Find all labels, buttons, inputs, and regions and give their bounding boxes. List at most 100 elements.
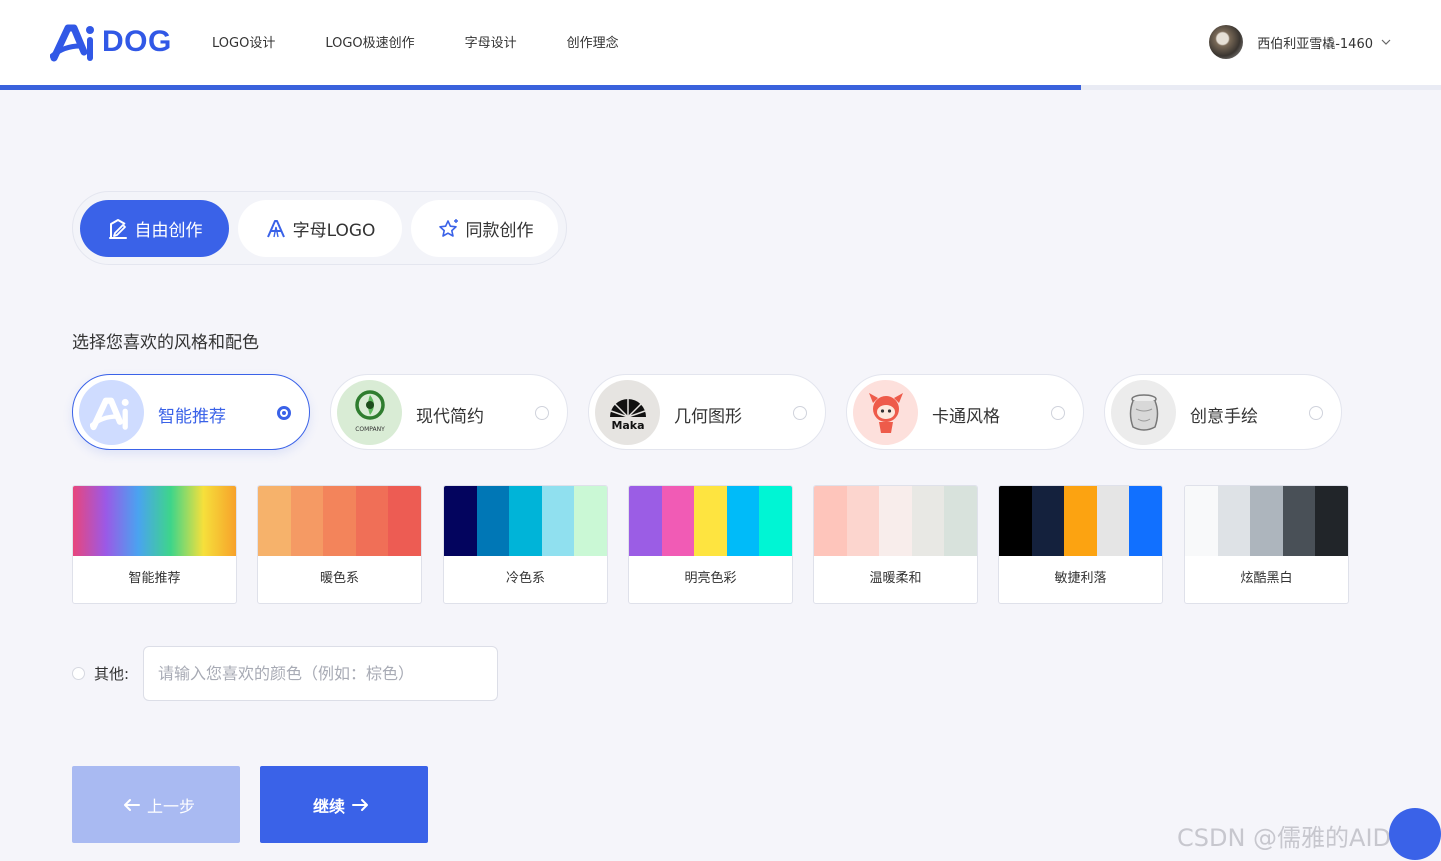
sparkle-star-icon: [438, 218, 458, 237]
style-card-geometric[interactable]: Maka 几何图形: [588, 374, 826, 450]
mode-tabs: 自由创作 字母LOGO 同款创作: [72, 191, 567, 265]
nav-logo-design[interactable]: LOGO设计: [212, 32, 275, 51]
color-swatch: [258, 486, 291, 556]
jar-sketch-icon: [1129, 393, 1158, 431]
user-name[interactable]: 西伯利亚雪橇-1460: [1257, 33, 1373, 52]
palette-swatches: [73, 486, 236, 556]
palette-card[interactable]: 炫酷黑白: [1184, 485, 1349, 604]
nav-letter-design[interactable]: 字母设计: [465, 32, 517, 51]
handdrawn-thumb: [1111, 380, 1176, 445]
color-swatch: [1217, 486, 1251, 556]
prev-button-label: 上一步: [146, 796, 195, 816]
palette-swatches: [629, 486, 792, 556]
custom-color-input[interactable]: [143, 646, 498, 701]
edit-icon: [108, 218, 127, 239]
style-label: 智能推荐: [158, 407, 226, 427]
progress-bar: [0, 85, 1441, 90]
color-swatch: [290, 486, 324, 556]
palette-card[interactable]: 明亮色彩: [628, 485, 793, 604]
tab-letter-logo-label: 字母LOGO: [292, 221, 376, 241]
palette-label: 炫酷黑白: [1240, 571, 1293, 586]
color-swatch: [846, 486, 880, 556]
style-card-smart[interactable]: 智能推荐: [72, 374, 310, 450]
section-title: 选择您喜欢的风格和配色: [72, 333, 259, 353]
palette-card[interactable]: 敏捷利落: [998, 485, 1163, 604]
color-swatch: [1096, 486, 1130, 556]
nav-creative-concept[interactable]: 创作理念: [567, 32, 619, 51]
arrow-right-icon: [352, 798, 368, 811]
style-card-handdrawn[interactable]: 创意手绘: [1104, 374, 1342, 450]
chevron-down-icon[interactable]: [1381, 37, 1391, 47]
aidog-logo[interactable]: DOG: [50, 22, 172, 62]
continue-button[interactable]: 继续: [260, 766, 428, 843]
cartoon-thumb: [853, 380, 918, 445]
palette-label: 暖色系: [319, 571, 359, 586]
color-swatch: [1282, 486, 1316, 556]
other-radio[interactable]: [72, 667, 85, 680]
style-card-modern[interactable]: COMPANY 现代简约: [330, 374, 568, 450]
color-swatch: [726, 486, 760, 556]
floating-help-button[interactable]: [1389, 808, 1441, 860]
palette-swatches: [814, 486, 977, 556]
color-swatch: [388, 486, 421, 556]
nav-logo-quick-create[interactable]: LOGO极速创作: [325, 32, 414, 51]
style-radio[interactable]: [1051, 406, 1065, 420]
palette-label: 温暖柔和: [869, 571, 922, 586]
cartoon-character-icon: [868, 392, 903, 433]
tab-letter-logo[interactable]: 字母LOGO: [238, 200, 402, 257]
palette-card[interactable]: 温暖柔和: [813, 485, 978, 604]
color-swatch: [694, 486, 727, 556]
color-swatch: [879, 486, 912, 556]
color-swatch: [476, 486, 510, 556]
color-swatch: [541, 486, 575, 556]
top-header: DOG LOGO设计 LOGO极速创作 字母设计 创作理念 西伯利亚雪橇-146…: [0, 0, 1441, 85]
color-swatch: [1250, 486, 1283, 556]
progress-fill: [0, 85, 1081, 90]
palette-swatches: [1185, 486, 1348, 556]
color-swatch: [574, 486, 607, 556]
style-label: 创意手绘: [1190, 407, 1258, 427]
arrow-left-icon: [123, 798, 140, 811]
modern-thumb: COMPANY: [337, 380, 402, 445]
tab-same-style-create[interactable]: 同款创作: [411, 200, 558, 257]
color-swatch: [323, 486, 356, 556]
palette-card[interactable]: 暖色系: [257, 485, 422, 604]
palette-card[interactable]: 冷色系: [443, 485, 608, 604]
palette-label: 明亮色彩: [684, 571, 737, 586]
style-label: 卡通风格: [932, 407, 1000, 427]
aidog-logo-mark-icon: [50, 24, 94, 62]
color-swatch: [1064, 486, 1097, 556]
palette-label: 冷色系: [505, 571, 545, 586]
color-swatch: [444, 486, 477, 556]
tab-free-create[interactable]: 自由创作: [80, 200, 229, 257]
logo-text: DOG: [102, 25, 172, 58]
palette-card[interactable]: 智能推荐: [72, 485, 237, 604]
user-menu[interactable]: 西伯利亚雪橇-1460: [1209, 25, 1391, 59]
color-swatch: [944, 486, 977, 556]
color-swatch: [509, 486, 542, 556]
style-radio[interactable]: [277, 406, 291, 420]
color-swatch: [911, 486, 945, 556]
style-radio[interactable]: [535, 406, 549, 420]
color-swatch: [629, 486, 662, 556]
tab-same-style-label: 同款创作: [465, 221, 534, 241]
style-card-cartoon[interactable]: 卡通风格: [846, 374, 1084, 450]
style-radio[interactable]: [1309, 406, 1323, 420]
avatar[interactable]: [1209, 25, 1244, 59]
palette-label: 敏捷利落: [1054, 571, 1107, 586]
company-logo-icon: COMPANY: [355, 389, 385, 433]
other-label: 其他:: [94, 665, 130, 683]
prev-button[interactable]: 上一步: [72, 766, 240, 843]
style-label: 现代简约: [416, 407, 484, 427]
style-label: 几何图形: [674, 407, 742, 427]
color-swatch: [1315, 486, 1348, 556]
continue-button-label: 继续: [312, 796, 345, 816]
geometric-thumb: Maka: [595, 380, 660, 445]
style-radio[interactable]: [793, 406, 807, 420]
sunrise-logo-icon: Maka: [609, 398, 646, 432]
color-swatch: [355, 486, 389, 556]
color-swatch: [1185, 486, 1218, 556]
tab-free-create-label: 自由创作: [134, 221, 203, 241]
palette-swatches: [444, 486, 607, 556]
color-swatch: [999, 486, 1032, 556]
